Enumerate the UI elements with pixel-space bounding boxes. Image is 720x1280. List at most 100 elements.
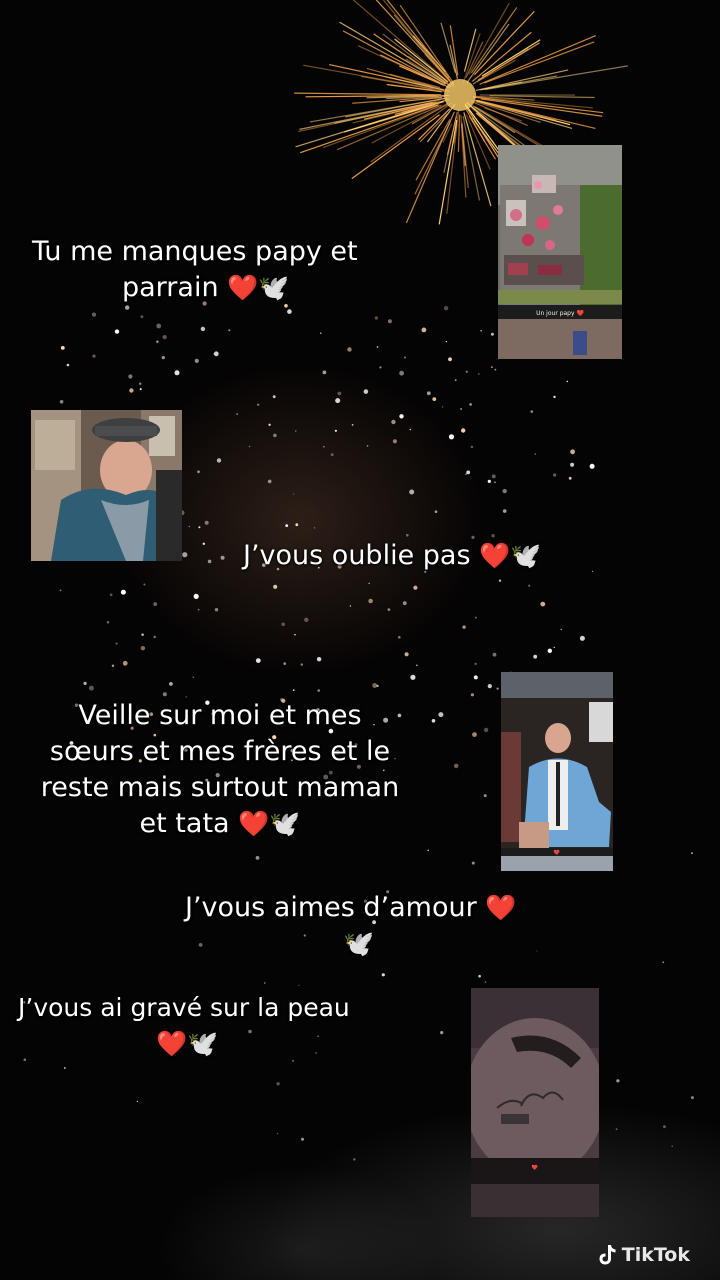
grandpa-seated-photo: ❤️ bbox=[501, 672, 613, 871]
firework-spark bbox=[298, 984, 300, 987]
firework-spark bbox=[200, 326, 206, 332]
firework-spark bbox=[316, 657, 322, 662]
firework-spark bbox=[347, 347, 352, 352]
firework-spark bbox=[214, 608, 219, 612]
caption-text: parrain bbox=[122, 272, 219, 303]
firework-spark bbox=[272, 395, 276, 399]
firework-spark bbox=[474, 662, 477, 666]
firework-spark bbox=[445, 340, 448, 343]
firework-spark bbox=[421, 327, 427, 333]
firework-spark bbox=[691, 852, 693, 855]
firework-spark bbox=[66, 363, 70, 367]
firework-spark bbox=[469, 403, 472, 406]
firework-spark bbox=[570, 462, 575, 467]
firework-spark bbox=[441, 406, 444, 408]
firework-spark bbox=[193, 593, 199, 600]
firework-spark bbox=[293, 493, 295, 495]
firework-ray bbox=[489, 95, 595, 99]
firework-ray bbox=[468, 2, 510, 75]
firework-spark bbox=[391, 419, 396, 425]
firework-spark bbox=[402, 601, 407, 606]
firework-spark bbox=[109, 593, 113, 597]
firework-spark bbox=[334, 429, 337, 432]
grave-image: Un jour papy ❤️ bbox=[498, 145, 622, 359]
firework-ray bbox=[485, 65, 628, 91]
dove-icon: 🕊️ bbox=[269, 809, 301, 838]
firework-spark bbox=[399, 414, 404, 419]
firework-spark bbox=[404, 356, 406, 359]
firework-spark bbox=[438, 712, 444, 718]
grandpa-cap-image bbox=[31, 410, 182, 561]
firework-spark bbox=[267, 479, 272, 484]
firework-spark bbox=[431, 719, 436, 723]
caption-watch-over: Veille sur moi et mes sœurs et mes frère… bbox=[40, 698, 400, 842]
firework-spark bbox=[320, 332, 322, 335]
firework-spark bbox=[162, 692, 167, 697]
caption-text: et tata bbox=[139, 808, 230, 839]
firework-spark bbox=[281, 622, 286, 627]
firework-spark bbox=[434, 510, 438, 513]
caption-line: sœurs et mes frères et le bbox=[49, 736, 391, 767]
firework-spark bbox=[478, 974, 481, 978]
firework-spark bbox=[349, 605, 352, 607]
firework-spark bbox=[470, 693, 474, 697]
firework-spark bbox=[568, 476, 572, 480]
firework-spark bbox=[63, 1067, 66, 1069]
heart-icon: ❤️ bbox=[227, 273, 259, 302]
firework-spark bbox=[197, 608, 200, 611]
firework-ray bbox=[294, 92, 442, 96]
firework-spark bbox=[553, 473, 557, 477]
firework-spark bbox=[399, 370, 404, 376]
heart-icon: ❤️ bbox=[156, 1029, 188, 1058]
firework-spark bbox=[472, 732, 477, 737]
firework-spark bbox=[466, 470, 471, 475]
caption-text: J’vous oublie pas bbox=[243, 540, 471, 571]
firework-spark bbox=[322, 370, 327, 375]
firework-spark bbox=[376, 684, 379, 688]
caption-tattoo: J’vous ai gravé sur la peau ❤️🕊️ bbox=[18, 990, 350, 1062]
firework-spark bbox=[255, 658, 261, 663]
firework-spark bbox=[257, 403, 260, 406]
firework-spark bbox=[140, 646, 146, 651]
firework-spark bbox=[487, 479, 491, 483]
firework-spark bbox=[207, 559, 212, 564]
firework-spark bbox=[236, 413, 238, 415]
firework-spark bbox=[129, 388, 134, 393]
firework-spark bbox=[404, 652, 409, 657]
firework-spark bbox=[662, 961, 665, 964]
firework-spark bbox=[162, 335, 167, 340]
firework-spark bbox=[198, 526, 201, 529]
firework-spark bbox=[300, 663, 303, 666]
firework-spark bbox=[483, 794, 487, 798]
firework-spark bbox=[592, 570, 594, 572]
firework-ray bbox=[329, 63, 432, 88]
tiktok-logo-icon bbox=[599, 1245, 616, 1265]
firework-spark bbox=[570, 449, 575, 455]
firework-spark bbox=[372, 683, 378, 688]
firework-spark bbox=[454, 379, 457, 381]
firework-spark bbox=[115, 642, 118, 645]
firework-spark bbox=[387, 608, 391, 611]
firework-spark bbox=[398, 636, 401, 639]
firework-spark bbox=[416, 664, 418, 667]
firework-spark bbox=[292, 689, 295, 692]
firework-spark bbox=[440, 1031, 444, 1035]
firework-spark bbox=[188, 525, 191, 528]
firework-spark bbox=[663, 1125, 666, 1129]
firework-spark bbox=[671, 1145, 673, 1147]
caption-miss-papy: Tu me manques papy et parrain ❤️🕊️ bbox=[32, 234, 358, 306]
firework-spark bbox=[88, 685, 94, 691]
firework-spark bbox=[460, 408, 462, 410]
firework-spark bbox=[273, 433, 277, 438]
firework-spark bbox=[59, 589, 62, 592]
firework-spark bbox=[59, 400, 64, 404]
firework-spark bbox=[547, 648, 552, 653]
caption-line: et tata ❤️🕊️ bbox=[40, 806, 400, 842]
firework-spark bbox=[477, 373, 480, 375]
firework-spark bbox=[579, 635, 585, 641]
firework-spark bbox=[106, 621, 110, 624]
tattoo-image: ❤️ bbox=[471, 988, 599, 1217]
firework-spark bbox=[174, 370, 180, 376]
firework-spark bbox=[285, 524, 289, 527]
firework-spark bbox=[202, 542, 205, 545]
